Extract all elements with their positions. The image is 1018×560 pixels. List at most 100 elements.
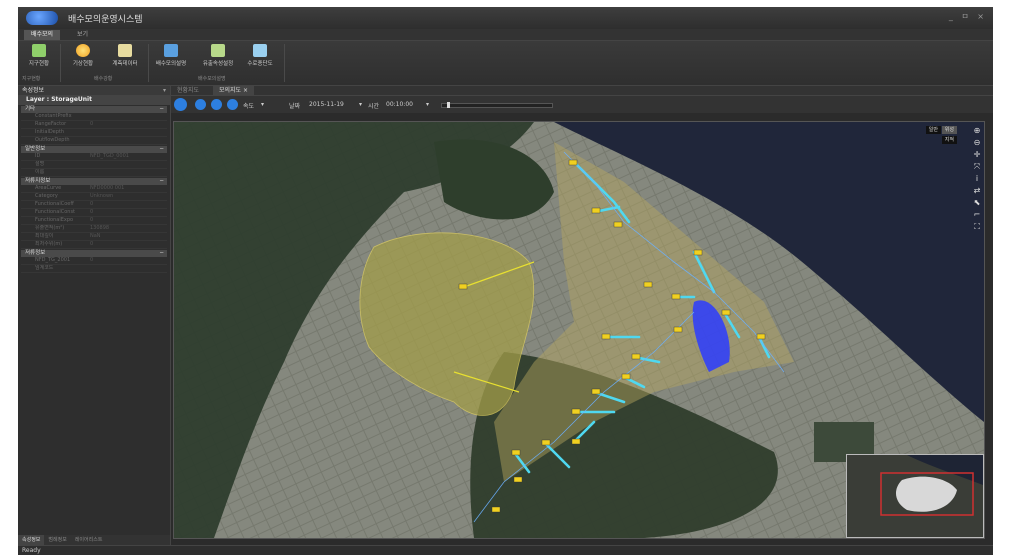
district-icon xyxy=(32,44,46,57)
time-slider[interactable] xyxy=(441,102,553,108)
close-icon[interactable]: × xyxy=(243,87,248,94)
simulation-icon xyxy=(164,44,178,57)
property-value[interactable]: 0 xyxy=(90,121,167,128)
property-row[interactable]: InitialDepth xyxy=(21,129,167,137)
property-row[interactable]: AreaCurve NFD0000 001 xyxy=(21,185,167,193)
measurement-data-label: 계측데이터 xyxy=(112,61,138,67)
section-header[interactable]: 기타 − xyxy=(21,106,167,113)
refresh-icon[interactable]: ⇄ xyxy=(972,186,982,196)
simulation-label: 배수모의설명 xyxy=(155,61,187,67)
property-value[interactable] xyxy=(90,169,167,176)
property-row[interactable]: FunctionalCoeff 0 xyxy=(21,201,167,209)
property-row[interactable]: 설명 xyxy=(21,161,167,169)
extent-icon[interactable]: ⛶ xyxy=(972,222,982,232)
collapse-icon[interactable]: − xyxy=(159,146,164,153)
property-row[interactable]: 최대깊이 NaN xyxy=(21,233,167,241)
section-header[interactable]: 일반정보 − xyxy=(21,146,167,153)
tab-legend[interactable]: 범례정보 xyxy=(44,535,70,545)
measurement-data-button[interactable]: 계측데이터 xyxy=(105,43,145,73)
property-key: RangeFactor xyxy=(35,121,67,127)
title-bar: 배수모의운영시스템 _ ㅁ × xyxy=(18,7,993,29)
tab-view[interactable]: 보기 xyxy=(70,30,95,40)
tab-simulation-map[interactable]: 모의지도 × xyxy=(213,86,255,95)
select-icon[interactable]: ⬉ xyxy=(972,198,982,208)
property-row[interactable]: ConstantPrefix xyxy=(21,113,167,121)
tab-properties[interactable]: 속성정보 xyxy=(18,535,45,545)
group-separator xyxy=(284,44,285,82)
window-controls[interactable]: _ ㅁ × xyxy=(949,11,987,22)
speed-dropdown[interactable]: ▾ xyxy=(261,101,264,108)
stop-button[interactable] xyxy=(211,99,222,110)
time-slider-thumb[interactable] xyxy=(447,102,450,108)
property-key: ID xyxy=(35,153,41,159)
section-header[interactable]: 저류지정보 − xyxy=(21,178,167,185)
simulation-button[interactable]: 배수모의설명 xyxy=(151,43,191,73)
property-value[interactable] xyxy=(90,129,167,136)
pan-icon[interactable]: ✛ xyxy=(972,150,982,160)
zoom-in-icon[interactable]: ⊕ xyxy=(972,126,982,136)
property-row[interactable]: Category Unknown xyxy=(21,193,167,201)
property-value[interactable] xyxy=(90,161,167,168)
panel-pin-icon[interactable]: ▾ xyxy=(163,86,166,95)
property-row[interactable]: FunctionalExpo 0 xyxy=(21,217,167,225)
property-value[interactable]: Unknown xyxy=(90,193,167,200)
time-picker[interactable]: 00:10:00 xyxy=(386,101,413,108)
map-view[interactable]: 일반 위성 지적 ⊕ ⊖ ✛ ⤧ i ⇄ ⬉ ⌐ ⛶ xyxy=(173,121,985,539)
step-button[interactable] xyxy=(227,99,238,110)
property-row[interactable]: RangeFactor 0 xyxy=(21,121,167,129)
property-panel-title: 속성정보 xyxy=(22,87,45,94)
property-row[interactable]: 유출면적(m²) 130898 xyxy=(21,225,167,233)
tab-status-map[interactable]: 현황지도 xyxy=(171,86,205,95)
property-row[interactable]: 최저수위(m) 0 xyxy=(21,241,167,249)
collapse-icon[interactable]: − xyxy=(159,250,164,257)
property-value[interactable] xyxy=(90,113,167,120)
property-row[interactable]: FunctionalConst 0 xyxy=(21,209,167,217)
property-value[interactable] xyxy=(90,265,167,272)
property-panel-header: 속성정보 ▾ xyxy=(18,86,170,95)
weather-button[interactable]: 기상현황 xyxy=(63,43,103,73)
document-icon xyxy=(118,44,132,57)
property-row[interactable]: 임계코드 xyxy=(21,265,167,273)
basemap-cadastral-button[interactable]: 지적 xyxy=(941,136,957,144)
time-dropdown[interactable]: ▾ xyxy=(426,101,429,108)
group-separator xyxy=(60,44,61,82)
zoom-out-icon[interactable]: ⊖ xyxy=(972,138,982,148)
basemap-satellite-button[interactable]: 위성 xyxy=(941,126,957,134)
pause-button[interactable] xyxy=(195,99,206,110)
property-value[interactable]: NaN xyxy=(90,233,167,240)
property-value[interactable]: 0 xyxy=(90,257,167,264)
full-extent-icon[interactable]: ⤧ xyxy=(972,162,982,172)
info-icon[interactable]: i xyxy=(972,174,982,184)
property-row[interactable]: NFD_TG_2001 0 xyxy=(21,257,167,265)
property-row[interactable]: ID NFD_TGD_0001 xyxy=(21,153,167,161)
collapse-icon[interactable]: − xyxy=(159,178,164,185)
overview-map[interactable] xyxy=(846,454,984,538)
property-value[interactable]: NFD_TGD_0001 xyxy=(90,153,167,160)
property-value[interactable]: 0 xyxy=(90,201,167,208)
play-button[interactable] xyxy=(174,98,187,111)
district-button[interactable]: 지구현황 xyxy=(19,43,59,73)
property-value[interactable] xyxy=(90,137,167,144)
tab-drainage[interactable]: 배수모의 xyxy=(24,30,61,40)
property-value[interactable]: 0 xyxy=(90,209,167,216)
measure-icon[interactable]: ⌐ xyxy=(972,210,982,220)
ribbon: 지구현황 기상현황 계측데이터 배수모의설명 유출속성설정 수로종단도 지구현황… xyxy=(18,41,993,86)
property-value[interactable]: 0 xyxy=(90,217,167,224)
basemap-normal-button[interactable]: 일반 xyxy=(925,126,941,134)
property-value[interactable]: 0 xyxy=(90,241,167,248)
property-row[interactable]: 이름 xyxy=(21,169,167,177)
tab-simulation-map-label: 모의지도 xyxy=(219,87,242,94)
status-bar: Ready xyxy=(18,545,993,555)
property-value[interactable]: 130898 xyxy=(90,225,167,232)
property-row[interactable]: OutflowDepth xyxy=(21,137,167,145)
collapse-icon[interactable]: − xyxy=(159,106,164,113)
date-dropdown[interactable]: ▾ xyxy=(359,101,362,108)
app-logo xyxy=(26,11,58,25)
speed-label: 속도 xyxy=(243,103,255,110)
date-picker[interactable]: 2015-11-19 xyxy=(309,101,344,108)
runoff-settings-button[interactable]: 유출속성설정 xyxy=(198,43,238,73)
property-value[interactable]: NFD0000 001 xyxy=(90,185,167,192)
section-header[interactable]: 저류정보 − xyxy=(21,250,167,257)
tab-layer-list[interactable]: 레이어리스트 xyxy=(71,535,107,545)
channel-profile-button[interactable]: 수로종단도 xyxy=(240,43,280,73)
